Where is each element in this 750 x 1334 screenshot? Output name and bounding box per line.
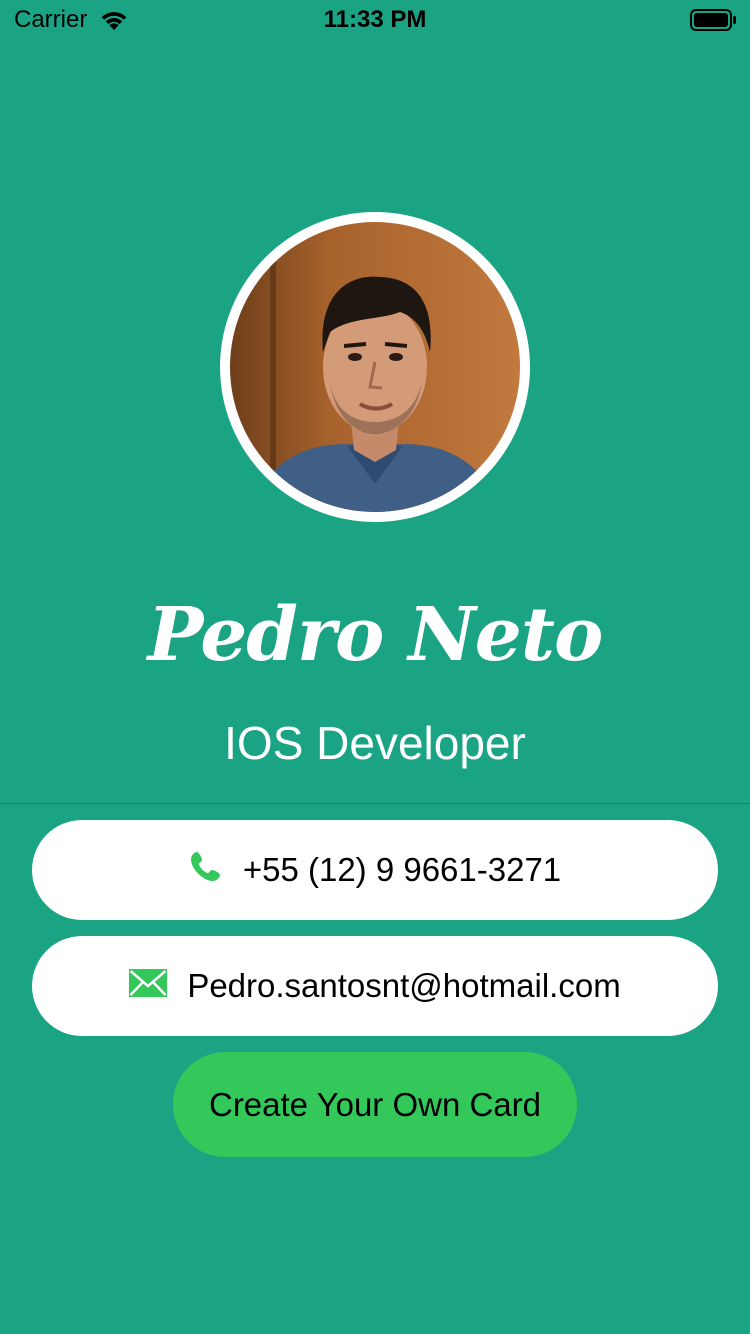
envelope-icon [129, 967, 168, 1005]
phone-number: +55 (12) 9 9661-3271 [242, 851, 562, 888]
phone-icon [189, 849, 223, 891]
create-card-button[interactable]: Create Your Own Card [173, 1052, 577, 1157]
job-title: IOS Developer [224, 717, 526, 769]
avatar-frame [220, 212, 530, 522]
profile-name: Pedro Neto [147, 592, 604, 678]
email-card[interactable]: Pedro.santosnt@hotmail.com [32, 936, 718, 1036]
avatar [230, 222, 520, 512]
battery-icon [690, 8, 738, 32]
clock: 11:33 PM [323, 6, 427, 33]
divider [0, 803, 750, 804]
create-card-label: Create Your Own Card [208, 1085, 541, 1123]
business-card-screen: Carrier 11:33 PM Pedro Neto IOS Develope… [0, 0, 750, 1334]
email-address: Pedro.santosnt@hotmail.com [187, 967, 621, 1004]
phone-card[interactable]: +55 (12) 9 9661-3271 [32, 820, 718, 920]
status-bar: Carrier 11:33 PM [0, 0, 750, 40]
